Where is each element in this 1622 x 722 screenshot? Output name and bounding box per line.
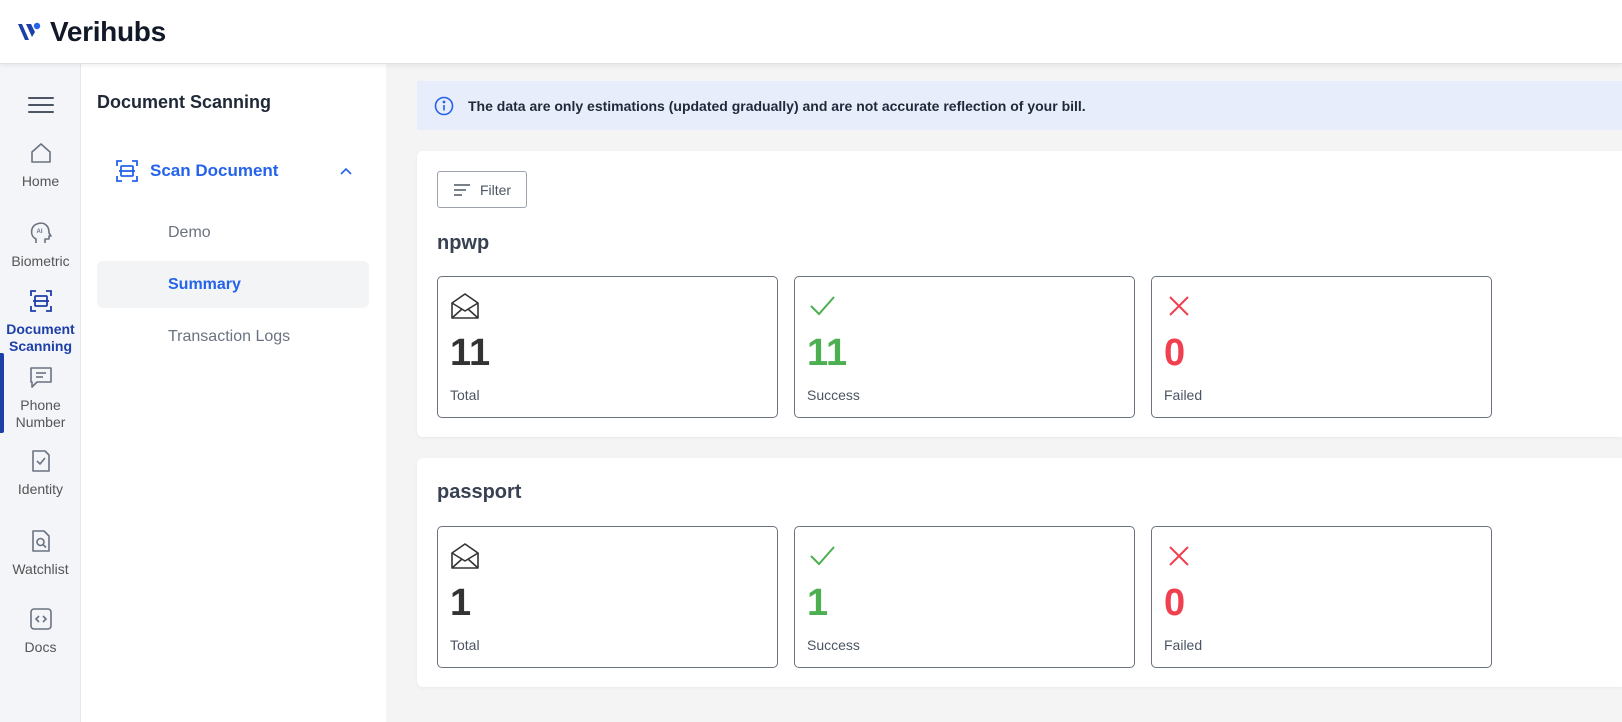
active-indicator: [0, 353, 4, 433]
stat-label: Failed: [1164, 387, 1203, 403]
stat-total: 11 Total: [437, 276, 778, 418]
secondary-sidebar: Document Scanning Scan Document Demo Sum…: [81, 64, 386, 722]
close-icon: [1169, 296, 1189, 316]
rail-item-docs[interactable]: Docs: [0, 606, 81, 656]
scan-document-label: Scan Document: [150, 161, 279, 180]
rail-item-label: Identity: [17, 481, 64, 497]
code-icon: [29, 608, 52, 630]
check-document-icon: [31, 450, 50, 472]
check-icon: [810, 296, 835, 316]
hamburger-menu-icon[interactable]: [28, 97, 54, 115]
stat-value: 1: [450, 582, 472, 624]
open-envelope-icon: [451, 543, 479, 569]
rail-item-label: Phone Number: [15, 397, 66, 430]
stat-value: 11: [807, 332, 848, 374]
subnav-link-summary[interactable]: Summary: [97, 261, 369, 308]
open-envelope-icon: [451, 293, 479, 319]
stat-success: 11 Success: [794, 276, 1135, 418]
rail-item-identity[interactable]: Identity: [0, 448, 81, 498]
filter-button[interactable]: Filter: [437, 171, 527, 208]
stat-value: 0: [1164, 332, 1186, 374]
filter-label: Filter: [479, 181, 512, 198]
close-icon: [1169, 546, 1189, 566]
stat-label: Success: [807, 637, 860, 653]
stat-failed: 0 Failed: [1151, 276, 1492, 418]
summary-card-npwp: Filter npwp 11 Total 11 Success 0 Failed: [417, 151, 1622, 437]
info-banner: The data are only estimations (updated g…: [417, 81, 1622, 130]
app-name: Verihubs: [50, 15, 166, 47]
rail-item-label: Docs: [24, 639, 57, 655]
check-icon: [810, 546, 835, 566]
subnav-link-transaction-logs[interactable]: Transaction Logs: [97, 313, 369, 360]
scan-document-group[interactable]: Scan Document: [114, 156, 354, 186]
section-title: passport: [437, 481, 522, 503]
subnav-link-demo[interactable]: Demo: [97, 209, 369, 256]
chevron-up-icon[interactable]: [338, 163, 354, 179]
home-icon: [30, 143, 51, 163]
brand[interactable]: Verihubs: [16, 16, 166, 48]
ai-face-icon: AI: [30, 222, 52, 243]
rail-item-phone-number[interactable]: Phone Number: [0, 364, 81, 431]
chat-icon: [29, 367, 52, 388]
stat-label: Success: [807, 387, 860, 403]
rail-item-label: Biometric: [11, 253, 70, 269]
rail-item-label: Watchlist: [12, 561, 69, 577]
icon-rail: Home AI Biometric Document Scanning Phon…: [0, 64, 81, 722]
stat-label: Failed: [1164, 637, 1203, 653]
banner-text: The data are only estimations (updated g…: [468, 97, 1086, 114]
stat-value: 1: [807, 582, 829, 624]
rail-item-label: Home: [21, 173, 60, 189]
scan-document-icon: [116, 160, 138, 182]
stat-success: 1 Success: [794, 526, 1135, 668]
rail-item-home[interactable]: Home: [0, 140, 81, 190]
rail-item-watchlist[interactable]: Watchlist: [0, 528, 81, 578]
stat-value: 0: [1164, 582, 1186, 624]
stat-label: Total: [450, 387, 480, 403]
rail-item-document-scanning[interactable]: Document Scanning: [0, 288, 81, 355]
subnav-title: Document Scanning: [97, 92, 272, 112]
stat-total: 1 Total: [437, 526, 778, 668]
stat-value: 11: [450, 332, 491, 374]
filter-lines-icon: [453, 183, 470, 196]
verihubs-logo-icon: [18, 22, 41, 40]
svg-text:AI: AI: [36, 229, 42, 235]
rail-item-label: Document Scanning: [6, 321, 75, 354]
stat-failed: 0 Failed: [1151, 526, 1492, 668]
top-bar: Verihubs: [0, 0, 1622, 64]
summary-card-passport: passport 1 Total 1 Success 0 Failed: [417, 458, 1622, 687]
stat-label: Total: [450, 637, 480, 653]
search-document-icon: [31, 530, 50, 552]
info-icon: [434, 96, 454, 115]
rail-item-biometric[interactable]: AI Biometric: [0, 220, 81, 270]
scan-document-icon: [29, 290, 52, 312]
section-title: npwp: [437, 232, 490, 254]
